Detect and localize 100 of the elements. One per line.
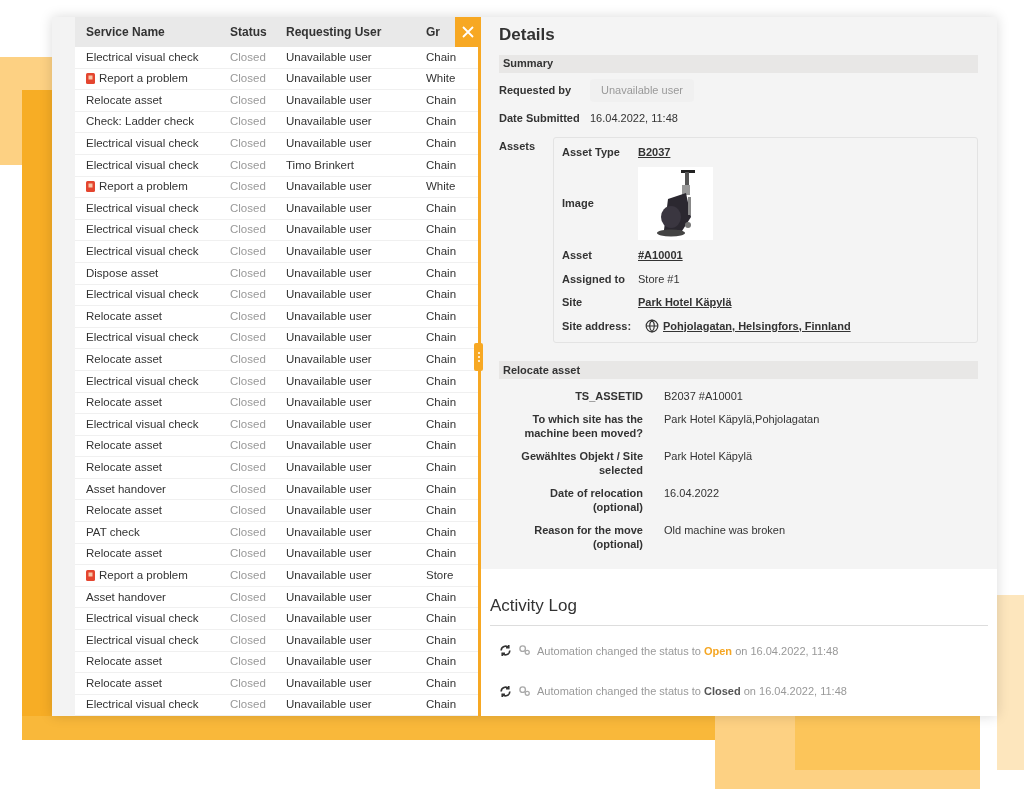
user-cell-text: Unavailable user — [286, 71, 373, 87]
service-name: Asset handover — [86, 481, 166, 497]
group-cell-text: Chain — [426, 222, 457, 238]
field-label: Site — [562, 295, 584, 310]
table-row[interactable]: Electrical visual check Closed Unavailable user Chain — [75, 219, 478, 242]
table-row[interactable]: PAT check Closed Unavailable user Chain — [75, 522, 478, 544]
status-cell-text: Closed — [230, 373, 267, 389]
table-row[interactable]: Electrical visual check Closed Unavailable user Chain — [75, 133, 478, 155]
table-row[interactable]: Relocate asset Closed Unavailable user Chain — [75, 90, 478, 112]
field-value: 16.04.2022 — [664, 486, 720, 500]
report-icon — [86, 73, 95, 85]
service-name: Relocate asset — [86, 459, 163, 475]
table-row[interactable]: Relocate asset Closed Unavailable user Chain — [75, 500, 478, 523]
field-value: Park Hotel Käpylä — [664, 449, 753, 463]
status-cell-text: Closed — [230, 438, 267, 454]
table-row[interactable]: Electrical visual check Closed Unavailable user Chain — [75, 414, 478, 436]
field-value: Store #1 — [638, 271, 680, 287]
activity-entry: Automation changed the status to Closed on 16.04.2022, 11:48 — [537, 684, 847, 699]
group-cell-text: White — [426, 71, 456, 87]
field-label: Site address: — [562, 318, 633, 334]
group-cell-text: Chain — [426, 287, 457, 303]
asset-link[interactable]: #A10001 — [638, 247, 683, 264]
user-cell-text: Unavailable user — [286, 179, 373, 195]
service-name: Relocate asset — [86, 395, 163, 411]
group-cell-text: Chain — [426, 92, 457, 108]
table-row[interactable]: Relocate asset Closed Unavailable user Chain — [75, 651, 478, 674]
column-header[interactable]: Status — [230, 23, 286, 41]
table-row[interactable]: Relocate asset Closed Unavailable user Chain — [75, 306, 478, 328]
table-row[interactable]: Electrical visual check Closed Unavailable user Chain — [75, 198, 478, 220]
table-row[interactable]: Report a problem Closed Unavailable user White — [75, 68, 478, 91]
table-row[interactable]: Relocate asset Closed Unavailable user Chain — [75, 543, 478, 566]
service-name: Electrical visual check — [86, 697, 199, 713]
group-cell-text: Chain — [426, 395, 457, 411]
group-cell-text: Chain — [426, 244, 457, 259]
status-cell-text: Closed — [230, 352, 267, 367]
service-name: Relocate asset — [86, 92, 163, 108]
user-cell-text: Unavailable user — [286, 49, 373, 65]
user-cell-text: Unavailable user — [286, 265, 373, 281]
status-cell-text: Closed — [230, 308, 267, 324]
table-row[interactable]: Electrical visual check Closed Unavailable user Chain — [75, 47, 478, 69]
table-row[interactable]: Relocate asset Closed Unavailable user Chain — [75, 457, 478, 479]
status-cell-text: Closed — [230, 49, 267, 65]
group-cell-text: Chain — [426, 654, 457, 670]
table-row[interactable]: Asset handover Closed Unavailable user Chain — [75, 478, 478, 501]
refresh-icon — [499, 644, 512, 658]
table-row[interactable]: Report a problem Closed Unavailable user Store — [75, 565, 478, 587]
field-value: B2037 #A10001 — [664, 389, 743, 403]
service-name: Electrical visual check — [86, 49, 199, 65]
globe-icon — [645, 318, 659, 333]
field-value: 16.04.2022, 11:48 — [590, 111, 678, 127]
field-label: Image — [562, 196, 595, 212]
group-cell-text: Chain — [426, 352, 457, 367]
column-header[interactable]: Service Name — [75, 23, 230, 41]
group-cell-text: White — [426, 179, 456, 195]
status-cell-text: Closed — [230, 546, 267, 562]
close-icon — [462, 26, 474, 38]
table-row[interactable]: Relocate asset Closed Unavailable user Chain — [75, 673, 478, 695]
table-row[interactable]: Report a problem Closed Unavailable user White — [75, 176, 478, 199]
service-name: Electrical visual check — [86, 200, 199, 216]
table-row[interactable]: Electrical visual check Closed Unavailable user Chain — [75, 694, 478, 716]
refresh-icon — [499, 684, 512, 698]
status-cell-text: Closed — [230, 200, 267, 216]
table-row[interactable]: Electrical visual check Closed Unavailable user Chain — [75, 630, 478, 652]
address-link[interactable]: Pohjolagatan, Helsingfors, Finnland — [663, 317, 851, 334]
resize-handle[interactable] — [474, 343, 483, 371]
status-cell-text: Closed — [230, 395, 267, 411]
table-row[interactable]: Electrical visual check Closed Unavailable user Chain — [75, 370, 478, 393]
asset-link[interactable]: Park Hotel Käpylä — [638, 294, 732, 311]
service-name: Electrical visual check — [86, 373, 199, 389]
field-label: To which site has the machine been moved? — [523, 412, 643, 440]
group-cell-text: Chain — [426, 373, 457, 389]
status-cell-text: Closed — [230, 330, 267, 346]
section-header: Relocate asset — [499, 361, 978, 379]
table-row[interactable]: Asset handover Closed Unavailable user Chain — [75, 586, 478, 609]
table-row[interactable]: Dispose asset Closed Unavailable user Chain — [75, 262, 478, 285]
user-cell-text: Unavailable user — [286, 503, 373, 519]
asset-link[interactable]: B2037 — [638, 143, 671, 160]
user-cell-text: Unavailable user — [286, 136, 373, 152]
table-row[interactable]: Check: Ladder check Closed Unavailable user Chain — [75, 111, 478, 134]
section-header: Summary — [499, 54, 978, 73]
table-row[interactable]: Relocate asset Closed Unavailable user Chain — [75, 435, 478, 458]
user-cell-text: Unavailable user — [286, 611, 373, 627]
status-cell-text: Closed — [230, 524, 267, 540]
close-button[interactable] — [455, 17, 481, 47]
user-cell-text: Unavailable user — [286, 330, 373, 346]
table-row[interactable]: Electrical visual check Closed Unavailable user Chain — [75, 284, 478, 307]
service-name: Electrical visual check — [86, 222, 199, 238]
table-row[interactable]: Electrical visual check Closed Timo Brinkert Chain — [75, 154, 478, 177]
group-cell-text: Chain — [426, 416, 457, 432]
column-header[interactable]: Gr — [426, 23, 440, 41]
user-cell-text: Unavailable user — [286, 589, 373, 605]
table-row[interactable]: Relocate asset Closed Unavailable user Chain — [75, 392, 478, 415]
user-cell-text: Unavailable user — [286, 287, 373, 303]
column-header[interactable]: Requesting User — [286, 23, 426, 41]
group-cell-text: Chain — [426, 330, 457, 346]
user-cell-text: Unavailable user — [286, 114, 373, 130]
group-cell-text: Chain — [426, 438, 457, 454]
table-row[interactable]: Electrical visual check Closed Unavailable user Chain — [75, 608, 478, 631]
table-row[interactable]: Electrical visual check Closed Unavailable user Chain — [75, 241, 478, 263]
service-name: PAT check — [86, 524, 140, 540]
